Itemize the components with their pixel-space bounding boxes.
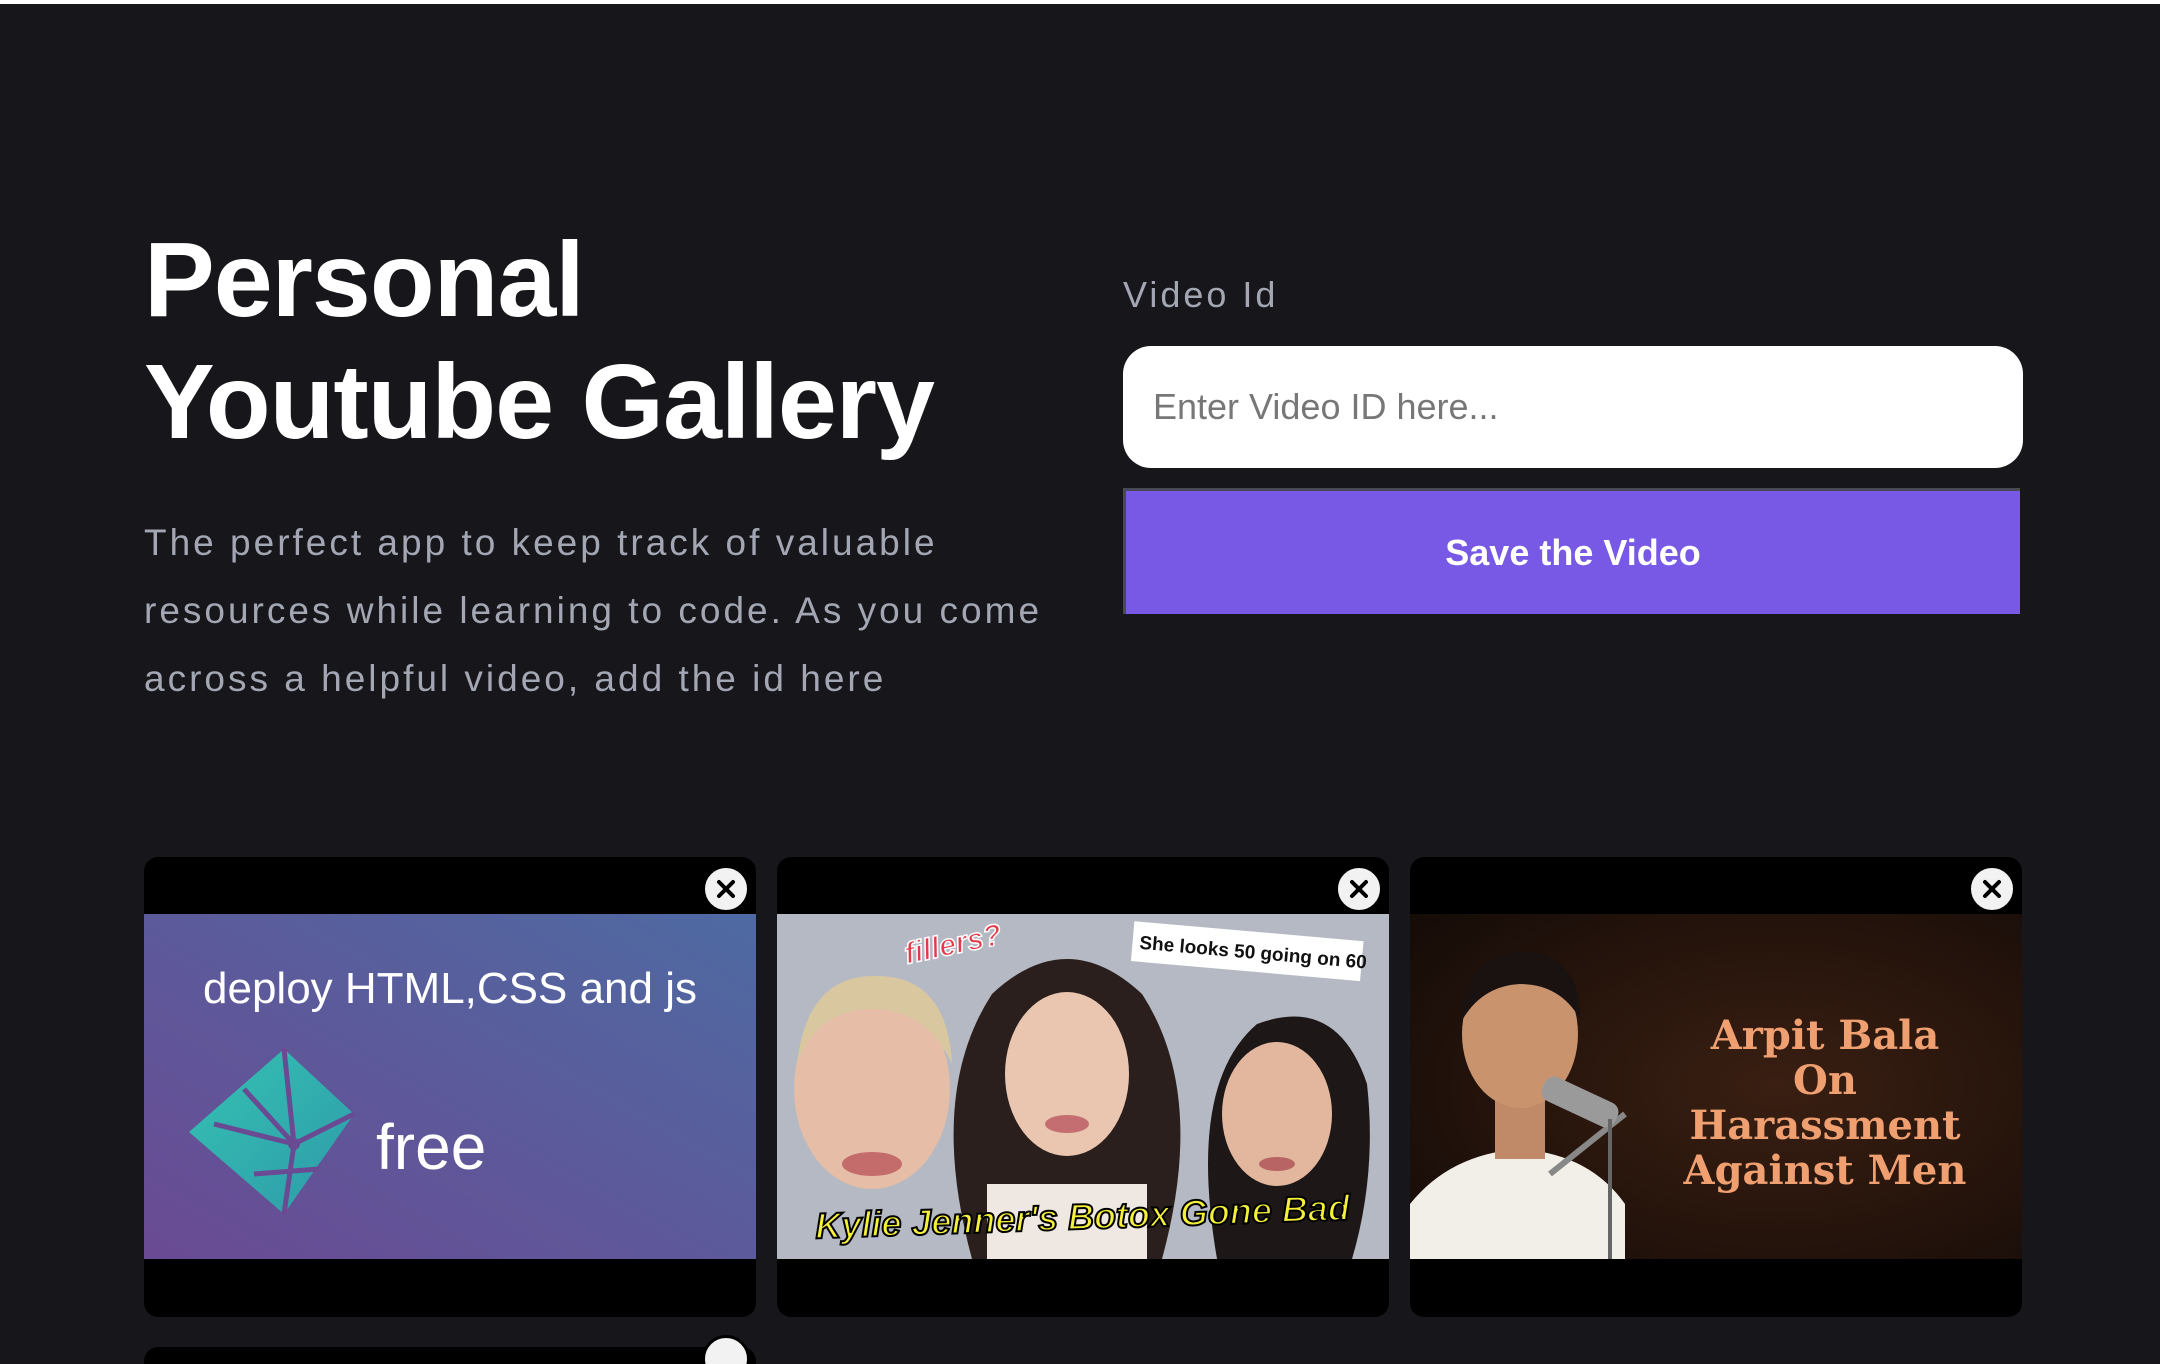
video-thumbnail[interactable]: deploy HTML,CSS and js free [144, 914, 756, 1259]
app-page: Personal Youtube Gallery The perfect app… [0, 4, 2160, 1364]
close-icon [1350, 880, 1368, 898]
thumbnail-line-1: Arpit Bala [1710, 1012, 1940, 1059]
thumbnail-line-3: Harassment [1689, 1102, 1961, 1149]
title-line-2: Youtube Gallery [144, 343, 935, 461]
hero-section: Personal Youtube Gallery The perfect app… [144, 219, 1074, 713]
thumbnail-line-2: On [1793, 1057, 1857, 1104]
title-line-1: Personal [144, 221, 585, 339]
thumbnail-line-4: Against Men [1683, 1147, 1967, 1194]
video-card[interactable]: Arpit Bala On Harassment Against Men [1410, 857, 2022, 1317]
page-title: Personal Youtube Gallery [144, 219, 1074, 463]
remove-video-button[interactable] [1968, 865, 2016, 913]
thumbnail-subtitle: free [376, 1111, 486, 1183]
remove-video-button[interactable] [702, 1335, 750, 1364]
remove-video-button[interactable] [1335, 865, 1383, 913]
remove-video-button[interactable] [702, 865, 750, 913]
close-icon [1983, 880, 2001, 898]
video-card[interactable]: deploy HTML,CSS and js free [144, 857, 756, 1317]
video-thumbnail[interactable]: Arpit Bala On Harassment Against Men [1410, 914, 2022, 1259]
close-icon [717, 880, 735, 898]
video-card[interactable] [144, 1335, 756, 1364]
page-subtitle: The perfect app to keep track of valuabl… [144, 522, 1043, 699]
video-card[interactable]: fillers? She looks 50 going on 60 Kylie … [777, 857, 1389, 1317]
video-thumbnail[interactable]: fillers? She looks 50 going on 60 Kylie … [777, 914, 1389, 1259]
save-video-button[interactable]: Save the Video [1123, 488, 2020, 614]
video-id-label: Video Id [1123, 274, 1279, 315]
video-id-input[interactable] [1123, 346, 2023, 468]
video-form: Video Id Save the Video [1123, 274, 2023, 614]
thumbnail-title: deploy HTML,CSS and js [203, 964, 697, 1013]
